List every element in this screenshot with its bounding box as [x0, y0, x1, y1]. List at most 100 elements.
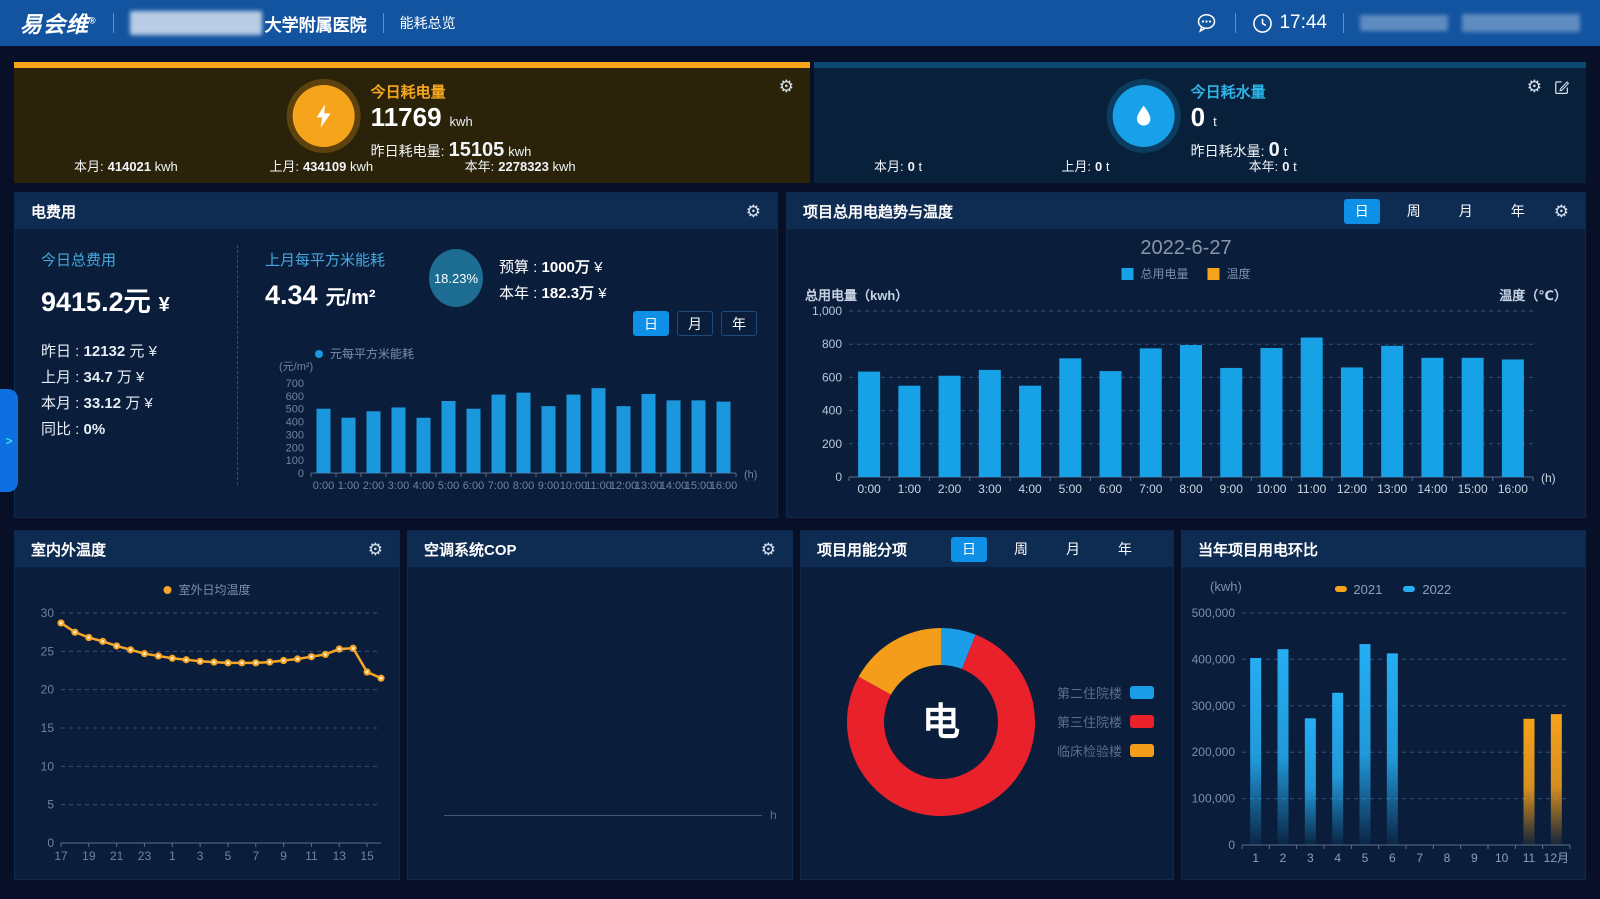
- legend-swatch: [1130, 715, 1154, 728]
- svg-text:21: 21: [110, 849, 124, 863]
- svg-text:11: 11: [305, 849, 318, 863]
- breakdown-legend: 第二住院楼 第三住院楼 临床检验楼: [1044, 683, 1154, 770]
- svg-text:11: 11: [1523, 851, 1536, 865]
- tab-year[interactable]: 年: [721, 311, 757, 336]
- stat-year: 本年:2278323 kwh: [465, 156, 660, 175]
- svg-text:23: 23: [138, 849, 152, 863]
- tab-month[interactable]: 月: [1448, 199, 1484, 224]
- svg-text:200: 200: [822, 437, 842, 451]
- tab-year[interactable]: 年: [1107, 537, 1143, 562]
- svg-text:(h): (h): [744, 469, 757, 481]
- svg-text:15:00: 15:00: [1458, 482, 1488, 496]
- svg-text:16:00: 16:00: [710, 480, 738, 492]
- svg-text:13:00: 13:00: [635, 480, 663, 492]
- svg-text:5: 5: [1362, 851, 1369, 865]
- brand-logo: 易会维®: [20, 7, 97, 39]
- legend-item: 第二住院楼: [1044, 683, 1154, 702]
- card-today-water[interactable]: 今日耗水量 0t 昨日耗水量:0t ⚙ 本月:0 t 上月:0 t 本年:0 t: [814, 62, 1586, 183]
- svg-text:25: 25: [41, 644, 55, 658]
- svg-text:0:00: 0:00: [313, 480, 334, 492]
- svg-text:500: 500: [286, 404, 304, 416]
- svg-text:12:00: 12:00: [610, 480, 638, 492]
- svg-text:3: 3: [197, 849, 204, 863]
- nav-menu-energy-overview[interactable]: 能耗总览: [400, 13, 456, 33]
- gear-icon[interactable]: ⚙: [1527, 78, 1542, 95]
- svg-text:9: 9: [280, 849, 287, 863]
- gear-icon[interactable]: ⚙: [1554, 203, 1569, 220]
- legend-dot-outdoor: [163, 586, 171, 594]
- svg-text:15: 15: [360, 849, 374, 863]
- tab-day[interactable]: 日: [951, 537, 987, 562]
- water-unit: t: [1213, 114, 1217, 129]
- tab-year[interactable]: 年: [1500, 199, 1536, 224]
- svg-text:700: 700: [286, 378, 304, 390]
- cost-sqm-unit: 元/m²: [326, 287, 376, 309]
- cost-sqm-label: 上月每平方米能耗: [265, 249, 385, 270]
- nav-divider: [113, 13, 114, 33]
- tab-week[interactable]: 周: [1396, 199, 1432, 224]
- legend-label-outdoor: 室外日均温度: [178, 581, 250, 598]
- panel-electricity-yoy: 当年项目用电环比 (kwh) 2021 2022 0100,000200,000…: [1181, 530, 1586, 880]
- tab-week[interactable]: 周: [1003, 537, 1039, 562]
- yoy-chart-head: (kwh) 2021 2022: [1182, 579, 1585, 597]
- cost-today-block: 今日总费用 9415.2元¥ 昨日 : 12132 元 ¥ 上月 : 34.7 …: [41, 249, 231, 443]
- svg-text:7: 7: [1416, 851, 1423, 865]
- cost-today-value: 9415.2元: [41, 287, 151, 317]
- tab-month[interactable]: 月: [677, 311, 713, 336]
- message-icon[interactable]: [1195, 11, 1219, 35]
- yoy-bar-chart: 0100,000200,000300,000400,000500,0001234…: [1186, 603, 1582, 875]
- panel-header: 当年项目用电环比: [1182, 531, 1585, 567]
- trend-period-tabs: 日 周 月 年: [1344, 199, 1536, 224]
- svg-text:15:00: 15:00: [685, 480, 713, 492]
- svg-text:9:00: 9:00: [1220, 482, 1244, 496]
- svg-text:12月: 12月: [1544, 851, 1569, 865]
- budget-row: 预算 : 1000万 ¥: [499, 255, 607, 281]
- breakdown-period-tabs: 日 周 月 年: [951, 537, 1157, 562]
- chevron-right-icon: >: [5, 434, 12, 448]
- redacted-user-name[interactable]: [1462, 14, 1580, 32]
- clock-time: 17:44: [1279, 12, 1327, 34]
- panel-header: 项目用能分项 日 周 月 年: [801, 531, 1173, 567]
- panel-title: 电费用: [31, 201, 76, 222]
- electric-unit: kwh: [450, 114, 473, 129]
- redacted-user-info: [1360, 15, 1448, 31]
- svg-text:6: 6: [1389, 851, 1396, 865]
- cost-currency: ¥: [159, 294, 170, 316]
- svg-text:300: 300: [286, 429, 304, 441]
- svg-text:4:00: 4:00: [1018, 482, 1042, 496]
- sidebar-drawer-handle[interactable]: >: [0, 389, 18, 492]
- svg-text:10: 10: [1495, 851, 1509, 865]
- gear-icon[interactable]: ⚙: [746, 203, 761, 220]
- tab-day[interactable]: 日: [633, 311, 669, 336]
- gear-icon[interactable]: ⚙: [368, 541, 383, 558]
- card-today-electricity[interactable]: 今日耗电量 11769kwh 昨日耗电量:15105kwh ⚙ 本月:41402…: [14, 62, 810, 183]
- legend-swatch-2022: [1403, 586, 1415, 592]
- svg-text:7: 7: [252, 849, 259, 863]
- panel-title: 当年项目用电环比: [1198, 539, 1318, 560]
- svg-text:1:00: 1:00: [898, 482, 922, 496]
- svg-text:1,000: 1,000: [812, 304, 842, 318]
- svg-text:600: 600: [822, 370, 842, 384]
- gear-icon[interactable]: ⚙: [779, 78, 794, 95]
- legend-label-2021: 2021: [1353, 582, 1382, 597]
- navbar: 易会维® 大学附属医院 能耗总览 17:44: [0, 0, 1600, 46]
- svg-text:300,000: 300,000: [1192, 699, 1236, 713]
- yoy-y-axis-unit: (kwh): [1210, 579, 1242, 594]
- svg-text:7:00: 7:00: [1139, 482, 1163, 496]
- nav-divider: [1235, 13, 1236, 33]
- svg-text:16:00: 16:00: [1498, 482, 1528, 496]
- svg-text:200: 200: [286, 442, 304, 454]
- svg-text:8: 8: [1444, 851, 1451, 865]
- tab-month[interactable]: 月: [1055, 537, 1091, 562]
- cost-today-label: 今日总费用: [41, 249, 231, 270]
- cost-row-yoy: 同比 : 0%: [41, 417, 231, 443]
- legend-label-2022: 2022: [1422, 582, 1451, 597]
- svg-text:1: 1: [1252, 851, 1259, 865]
- svg-text:12:00: 12:00: [1337, 482, 1367, 496]
- cost-budget-block: 预算 : 1000万 ¥ 本年 : 182.3万 ¥: [499, 255, 607, 307]
- nav-divider: [383, 13, 384, 33]
- edit-icon[interactable]: [1554, 79, 1570, 95]
- tab-day[interactable]: 日: [1344, 199, 1380, 224]
- gear-icon[interactable]: ⚙: [761, 541, 776, 558]
- panel-title: 项目用能分项: [817, 539, 907, 560]
